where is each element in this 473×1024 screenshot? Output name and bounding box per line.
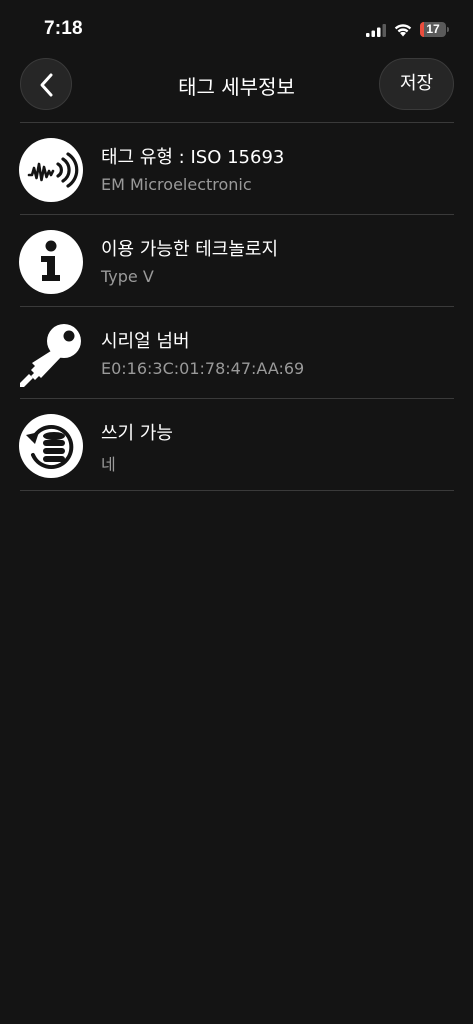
row-label: 태그 유형 : ISO 15693 bbox=[101, 147, 285, 168]
nfc-waveform-icon bbox=[19, 138, 83, 202]
battery-cap bbox=[447, 27, 449, 32]
status-time: 7:18 bbox=[44, 18, 83, 39]
row-value: EM Microelectronic bbox=[101, 175, 252, 194]
row-label: 시리얼 넘버 bbox=[101, 331, 190, 352]
row-label: 이용 가능한 테크놀로지 bbox=[101, 239, 279, 260]
wifi-icon bbox=[394, 24, 412, 37]
row-value: 네 bbox=[101, 455, 116, 474]
battery-indicator: 17 bbox=[420, 22, 450, 37]
battery-level: 17 bbox=[426, 22, 440, 36]
nav-header: 태그 세부정보 저장 bbox=[0, 58, 473, 122]
tag-type-row: 태그 유형 : ISO 15693 EM Microelectronic bbox=[19, 123, 454, 215]
cellular-signal-icon bbox=[366, 24, 386, 37]
writable-row: 쓰기 가능 네 bbox=[19, 399, 454, 491]
row-value: E0:16:3C:01:78:47:AA:69 bbox=[101, 359, 305, 378]
page-title: 태그 세부정보 bbox=[178, 75, 295, 99]
database-sync-icon bbox=[19, 414, 83, 478]
tag-info-list: 태그 유형 : ISO 15693 EM Microelectronic 이용 … bbox=[19, 122, 454, 491]
row-value: Type V bbox=[101, 267, 154, 286]
save-button[interactable]: 저장 bbox=[379, 58, 454, 110]
technology-row: 이용 가능한 테크놀로지 Type V bbox=[19, 215, 454, 307]
status-bar: 7:18 17 bbox=[0, 0, 473, 58]
back-button[interactable] bbox=[20, 58, 72, 110]
info-icon bbox=[19, 230, 83, 294]
row-label: 쓰기 가능 bbox=[101, 423, 173, 444]
key-icon bbox=[20, 324, 81, 387]
serial-number-row: 시리얼 넘버 E0:16:3C:01:78:47:AA:69 bbox=[20, 307, 454, 399]
chevron-left-icon bbox=[40, 73, 53, 97]
